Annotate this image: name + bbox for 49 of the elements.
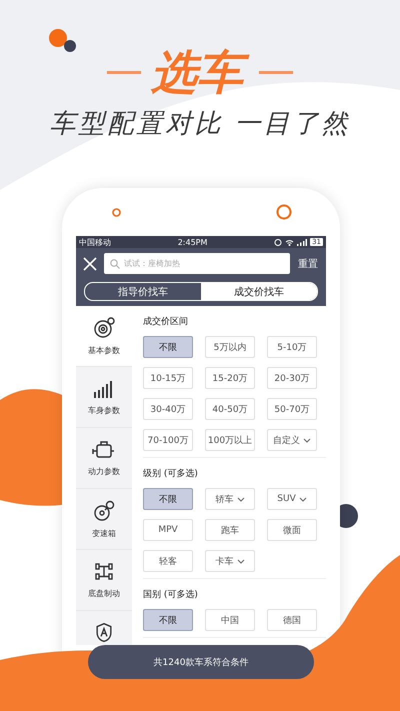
engine-icon [92,440,116,460]
close-icon[interactable] [82,256,98,272]
section-title: 国别 (可多选) [143,588,198,601]
filter-option[interactable]: SUV [267,488,317,510]
filter-option[interactable]: 15-20万 [205,367,255,389]
filter-option[interactable]: 70-100万 [143,429,193,451]
filter-option[interactable]: 不限 [143,609,193,631]
filter-option[interactable]: 中国 [205,609,255,631]
filter-option[interactable]: 30-40万 [143,398,193,420]
filter-option[interactable]: 10-15万 [143,367,193,389]
filter-option[interactable]: 自定义 [267,429,317,451]
section-title: 成交价区间 [143,316,188,328]
signal-icon [297,238,308,246]
axle-icon [95,562,113,582]
filter-option[interactable]: 卡车 [205,550,255,572]
filter-option[interactable]: 不限 [143,336,193,358]
carrier-name: 中国移动 [79,236,111,248]
filter-option[interactable]: 不限 [143,488,193,510]
sidebar-item[interactable]: 变速箱 [76,489,132,550]
filter-option[interactable]: 100万以上 [205,429,255,451]
result-bar[interactable]: 共1240款车系符合条件 [88,645,314,679]
tab[interactable]: 指导价找车 [85,283,201,300]
filter-option[interactable]: 跑车 [205,519,255,541]
filter-option[interactable]: 轻客 [143,550,193,572]
promo-title: 选车 [147,42,253,102]
search-field[interactable]: 试试：座椅加热 [104,253,290,274]
sidebar-item[interactable]: 动力参数 [76,428,132,489]
shield-icon [96,623,112,642]
promo-subtitle: 车型配置对比 一目了然 [48,108,352,141]
dial-icon [93,316,115,338]
gear-icon [93,500,115,522]
bar-chart-icon [93,378,115,398]
filter-option[interactable]: 5-10万 [267,336,317,358]
sidebar-item[interactable]: 底盘制动 [76,550,132,611]
sidebar-item[interactable]: 基本参数 [76,306,132,367]
filter-option[interactable]: 40-50万 [205,398,255,420]
tab[interactable]: 成交价找车 [201,283,317,300]
filter-option[interactable]: 5万以内 [205,336,255,358]
filter-option[interactable]: 微面 [267,519,317,541]
filter-option[interactable]: 德国 [267,609,317,631]
wifi-icon [285,238,294,246]
reset-button[interactable]: 重置 [296,254,320,272]
status-time: 2:45PM [178,238,208,246]
section-title: 级别 (可多选) [143,468,198,480]
filter-option[interactable]: 20-30万 [267,367,317,389]
filter-option[interactable]: 50-70万 [267,398,317,420]
filter-option[interactable]: 轿车 [205,488,255,510]
sidebar-item[interactable]: 车身参数 [76,367,132,428]
filter-option[interactable]: MPV [143,519,193,541]
